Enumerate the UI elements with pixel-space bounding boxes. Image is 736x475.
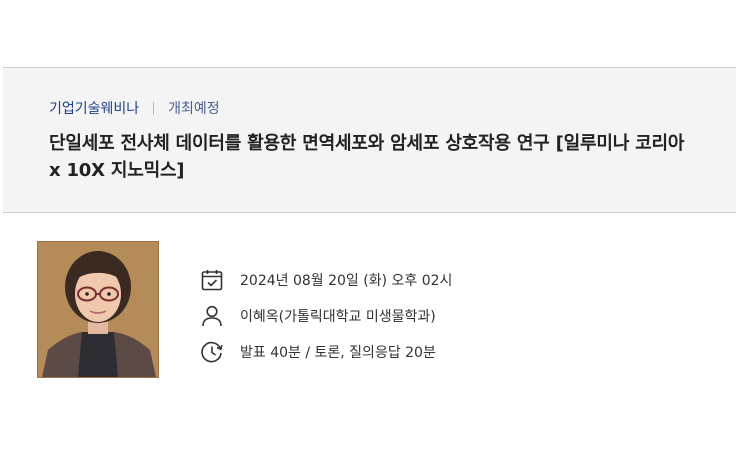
date-text: 2024년 08월 20일 (화) 오후 02시 [240, 273, 453, 289]
calendar-check-icon [199, 267, 225, 293]
status-label: 개최예정 [168, 101, 220, 117]
webinar-header: 기업기술웨비나 개최예정 단일세포 전사체 데이터를 활용한 면역세포와 암세포… [3, 67, 736, 213]
speaker-item: 이혜옥(가톨릭대학교 미생물학과) [199, 298, 452, 334]
breadcrumb: 기업기술웨비나 개최예정 [49, 98, 220, 118]
clock-icon [199, 339, 225, 365]
webinar-details: 2024년 08월 20일 (화) 오후 02시 이혜옥(가톨릭대학교 미생물학… [199, 262, 452, 370]
duration-item: 발표 40분 / 토론, 질의응답 20분 [199, 334, 452, 370]
speaker-text: 이혜옥(가톨릭대학교 미생물학과) [240, 309, 436, 325]
date-item: 2024년 08월 20일 (화) 오후 02시 [199, 262, 452, 298]
duration-text: 발표 40분 / 토론, 질의응답 20분 [240, 345, 436, 361]
breadcrumb-divider [153, 101, 155, 115]
person-icon [199, 303, 225, 329]
speaker-photo [37, 241, 159, 378]
webinar-title: 단일세포 전사체 데이터를 활용한 면역세포와 암세포 상호작용 연구 [일루미… [49, 133, 685, 181]
webinar-page: 기업기술웨비나 개최예정 단일세포 전사체 데이터를 활용한 면역세포와 암세포… [0, 0, 736, 475]
category-link[interactable]: 기업기술웨비나 [49, 98, 139, 118]
